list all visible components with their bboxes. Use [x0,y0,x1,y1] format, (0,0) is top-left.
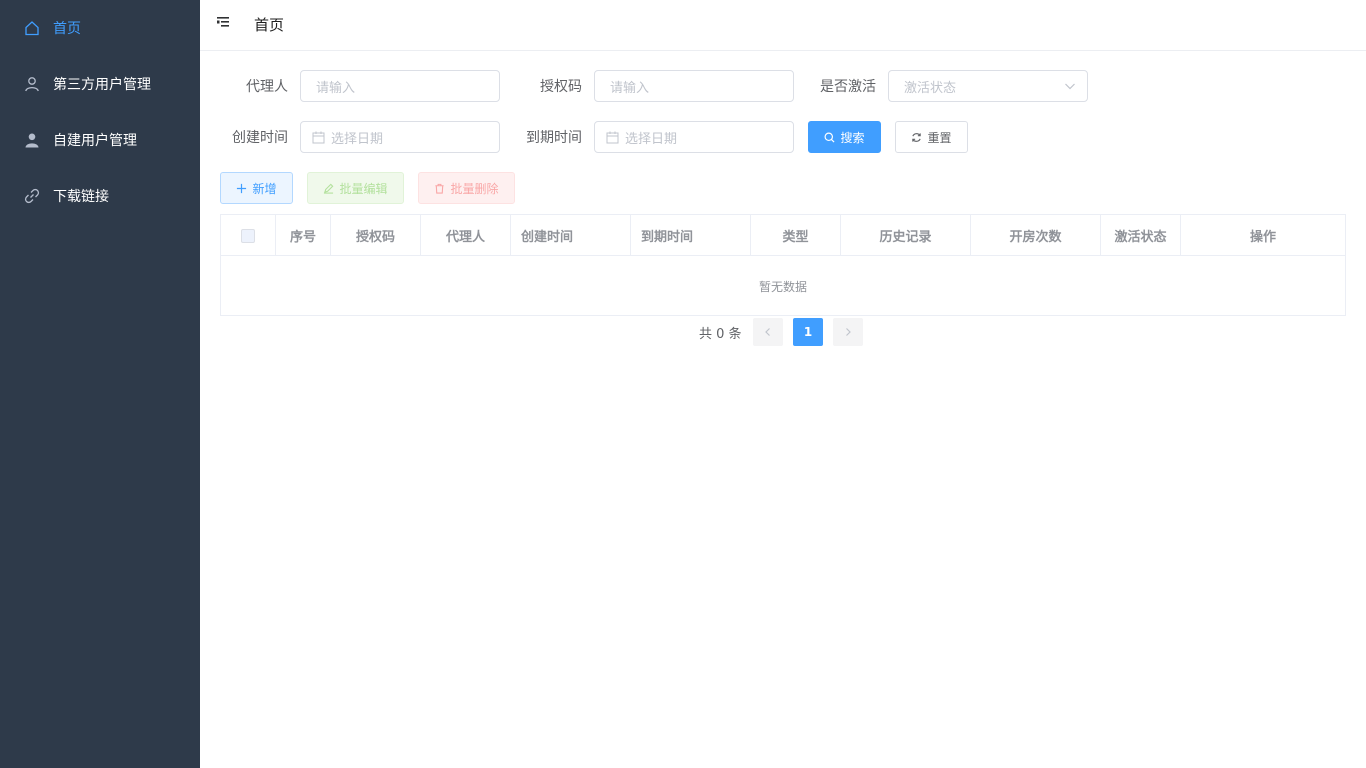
next-page-button[interactable] [833,318,863,346]
hamburger-icon[interactable] [217,16,231,30]
auth-code-input[interactable]: 请输入 [594,70,794,102]
search-button[interactable]: 搜索 [808,121,881,153]
expire-date-placeholder: 选择日期 [625,131,678,147]
top-header: 首页 [200,0,1366,51]
agent-input[interactable]: 请输入 [300,70,500,102]
sidebar-item-self-built-users[interactable]: 自建用户管理 [0,112,200,168]
created-date-placeholder: 选择日期 [331,131,384,147]
col-header[interactable]: 到期时间 [631,215,751,256]
sidebar-item-third-party-users[interactable]: 第三方用户管理 [0,56,200,112]
agent-placeholder: 请输入 [316,80,356,96]
col-header[interactable]: 开房次数 [971,215,1101,256]
breadcrumb[interactable]: 首页 [254,14,284,35]
created-date-picker[interactable]: 选择日期 [300,121,500,153]
edit-icon [324,183,334,194]
sidebar-item-label: 第三方用户管理 [53,77,151,93]
select-all-checkbox[interactable] [241,228,255,243]
plus-icon [237,183,247,193]
batch-delete-label: 批量删除 [450,181,499,196]
reset-button[interactable]: 重置 [895,121,968,153]
data-table: 序号 授权码 代理人 创建时间 到期时间 类型 历史记录 开房次数 激活状态 操… [220,214,1346,316]
agent-label: 代理人 [246,79,288,95]
search-button-label: 搜索 [840,130,865,145]
calendar-icon [606,131,619,143]
add-button-label: 新增 [252,181,277,196]
user-solid-icon [24,132,40,148]
col-header[interactable]: 创建时间 [511,215,631,256]
home-icon [24,20,40,36]
col-header[interactable]: 历史记录 [841,215,971,256]
col-header[interactable]: 激活状态 [1101,215,1181,256]
activated-select[interactable]: 激活状态 [888,70,1088,102]
sidebar-item-label: 下载链接 [53,189,109,205]
pagination-total: 共 0 条 [699,327,742,342]
reset-button-label: 重置 [927,130,952,145]
batch-edit-label: 批量编辑 [339,181,388,196]
activated-label: 是否激活 [820,79,876,95]
calendar-icon [312,131,325,143]
expire-time-label: 到期时间 [526,130,582,146]
user-outline-icon [24,76,40,92]
created-time-label: 创建时间 [232,130,288,146]
sidebar: 首页 第三方用户管理 自建用户管理 下载链接 [0,0,200,768]
sidebar-item-download-links[interactable]: 下载链接 [0,168,200,224]
sidebar-item-label: 自建用户管理 [53,133,137,149]
col-header[interactable]: 操作 [1181,215,1345,256]
search-icon [824,132,835,143]
batch-delete-button[interactable]: 批量删除 [418,172,515,204]
col-header[interactable]: 授权码 [331,215,421,256]
chevron-left-icon [765,328,770,336]
sidebar-item-label: 首页 [53,21,81,37]
chevron-down-icon [1065,83,1075,90]
chevron-right-icon [846,328,851,336]
table-header: 序号 授权码 代理人 创建时间 到期时间 类型 历史记录 开房次数 激活状态 操… [221,215,1345,256]
prev-page-button[interactable] [753,318,783,346]
col-header[interactable]: 代理人 [421,215,511,256]
sidebar-item-home[interactable]: 首页 [0,0,200,56]
empty-state: 暂无数据 [758,279,807,294]
select-all-cell [221,215,276,256]
expire-date-picker[interactable]: 选择日期 [594,121,794,153]
col-header[interactable]: 类型 [751,215,841,256]
link-icon [24,188,40,204]
add-button[interactable]: 新增 [220,172,293,204]
auth-code-label: 授权码 [540,79,582,95]
auth-code-placeholder: 请输入 [610,80,650,96]
trash-icon [435,183,445,194]
col-header[interactable]: 序号 [276,215,331,256]
refresh-icon [912,132,922,142]
activated-placeholder: 激活状态 [904,80,957,96]
batch-edit-button[interactable]: 批量编辑 [307,172,404,204]
page-number-current[interactable]: 1 [793,318,823,346]
